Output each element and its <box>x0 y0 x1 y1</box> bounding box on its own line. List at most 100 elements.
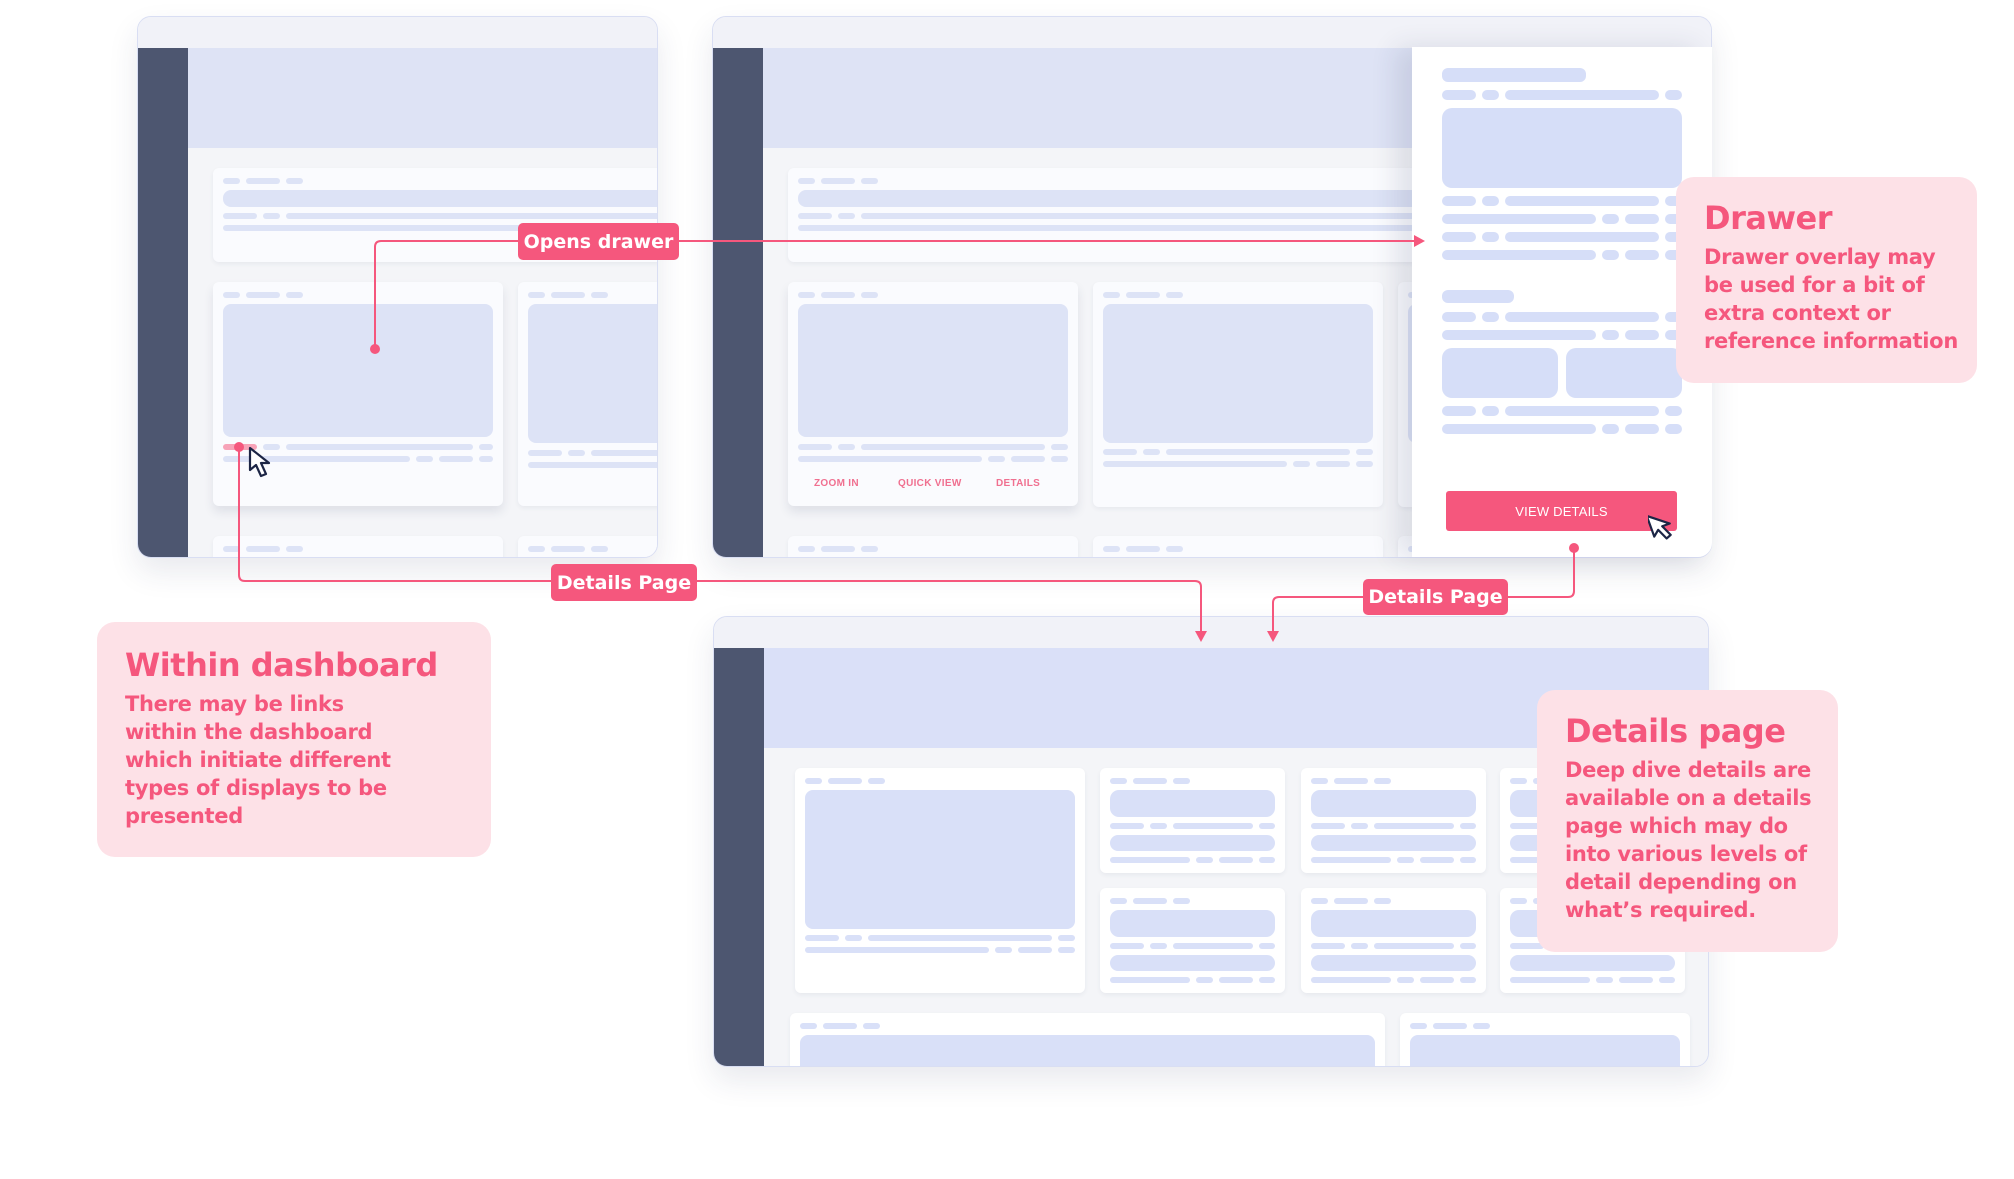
zoom-in-link[interactable]: ZOOM IN <box>814 478 859 489</box>
chart-placeholder[interactable] <box>223 304 493 437</box>
skeleton-pill <box>1259 977 1275 983</box>
skeleton-pill <box>1665 424 1682 434</box>
skeleton-pill <box>1334 778 1368 784</box>
skeleton-pill <box>1505 232 1659 242</box>
chart-placeholder <box>1103 304 1373 443</box>
skeleton-pill <box>1374 823 1454 829</box>
skeleton-pill <box>551 292 585 298</box>
skeleton-pill <box>1619 977 1653 983</box>
skeleton-pill <box>263 213 280 219</box>
skeleton-pill <box>1196 977 1213 983</box>
detail-card-wide <box>790 1013 1385 1066</box>
skeleton-pill <box>1110 943 1144 949</box>
skeleton-pill <box>1311 898 1328 904</box>
skeleton-pill <box>821 292 855 298</box>
skeleton-pill <box>1659 977 1675 983</box>
skeleton-pill <box>1510 943 1544 949</box>
skeleton-pill <box>1473 1023 1490 1029</box>
skeleton-pill <box>1442 330 1596 340</box>
drawer-image-placeholder <box>1442 108 1682 188</box>
skeleton-pill <box>1011 456 1045 462</box>
chart-card[interactable] <box>1093 282 1383 507</box>
skeleton-pill <box>1051 456 1068 462</box>
skeleton-pill <box>568 450 585 456</box>
skeleton-pill <box>838 444 855 450</box>
skeleton-pill <box>479 456 493 462</box>
skeleton-pill <box>1442 250 1596 260</box>
skeleton-pill <box>528 450 562 456</box>
window-chrome <box>714 617 1708 648</box>
skeleton-pill <box>223 213 257 219</box>
details-link[interactable]: DETAILS <box>996 478 1040 489</box>
chart-card[interactable]: ZOOM IN QUICK VIEW DETAILS <box>788 282 1078 506</box>
skeleton-pill <box>1442 312 1476 322</box>
skeleton-pill <box>1311 910 1476 937</box>
skeleton-pill <box>1510 778 1527 784</box>
skeleton-pill <box>1482 90 1499 100</box>
skeleton-pill <box>1625 214 1659 224</box>
skeleton-pill <box>1505 312 1659 322</box>
skeleton-pill <box>1110 835 1275 851</box>
view-details-button[interactable]: VIEW DETAILS <box>1446 491 1677 531</box>
detail-image-placeholder <box>805 790 1075 929</box>
skeleton-pill <box>1058 935 1075 941</box>
skeleton-pill <box>528 292 545 298</box>
skeleton-pill <box>1311 857 1391 863</box>
chart-placeholder <box>528 304 657 443</box>
skeleton-pill <box>823 1023 857 1029</box>
skeleton-pill <box>1259 823 1275 829</box>
skeleton-pill <box>479 444 493 450</box>
skeleton-pill <box>1133 898 1167 904</box>
skeleton-pill <box>838 213 855 219</box>
skeleton-pill <box>861 546 878 552</box>
window-chrome <box>713 17 1711 48</box>
skeleton-pill <box>1126 546 1160 552</box>
detail-card-small <box>1301 768 1486 873</box>
quick-view-link[interactable]: QUICK VIEW <box>898 478 962 489</box>
skeleton-pill <box>1482 406 1499 416</box>
skeleton-pill <box>223 292 240 298</box>
skeleton-pill <box>1103 546 1120 552</box>
skeleton-pill <box>1510 977 1590 983</box>
skeleton-pill <box>1293 461 1310 467</box>
skeleton-pill <box>246 178 280 184</box>
skeleton-pill <box>805 778 822 784</box>
detail-card-small <box>1100 888 1285 993</box>
skeleton-bar <box>223 190 657 207</box>
skeleton-pill <box>1219 977 1253 983</box>
skeleton-pill <box>1110 898 1127 904</box>
skeleton-pill <box>1442 90 1476 100</box>
detail-card-small <box>1301 888 1486 993</box>
skeleton-pill <box>1110 955 1275 971</box>
details-page-label-dashboard: Details Page <box>551 564 697 601</box>
skeleton-pill <box>1460 857 1476 863</box>
skeleton-pill <box>1420 977 1454 983</box>
skeleton-pill <box>1110 977 1190 983</box>
skeleton-pill <box>1259 857 1275 863</box>
skeleton-pill <box>1625 424 1659 434</box>
skeleton-pill <box>286 444 473 450</box>
cursor-icon <box>1648 514 1672 540</box>
skeleton-pill <box>798 546 815 552</box>
skeleton-pill <box>1625 250 1659 260</box>
skeleton-pill <box>1351 823 1368 829</box>
skeleton-pill <box>798 444 832 450</box>
skeleton-pill <box>1351 943 1368 949</box>
skeleton-pill <box>1311 778 1328 784</box>
skeleton-pill <box>828 778 862 784</box>
skeleton-pill <box>995 947 1012 953</box>
skeleton-pill <box>845 935 862 941</box>
annotation-drawer: Drawer Drawer overlay may be used for a … <box>1676 177 1977 383</box>
skeleton-pill <box>1173 823 1253 829</box>
skeleton-pill <box>1058 947 1075 953</box>
skeleton-pill <box>1374 778 1391 784</box>
skeleton-pill <box>1356 449 1373 455</box>
skeleton-pill <box>1103 461 1287 467</box>
skeleton-pill <box>528 462 657 468</box>
skeleton-pill <box>1110 910 1275 937</box>
chart-card[interactable] <box>518 282 657 506</box>
annotation-title: Within dashboard <box>125 646 438 684</box>
skeleton-pill <box>1397 857 1414 863</box>
skeleton-pill <box>1018 947 1052 953</box>
skeleton-pill <box>286 546 303 552</box>
